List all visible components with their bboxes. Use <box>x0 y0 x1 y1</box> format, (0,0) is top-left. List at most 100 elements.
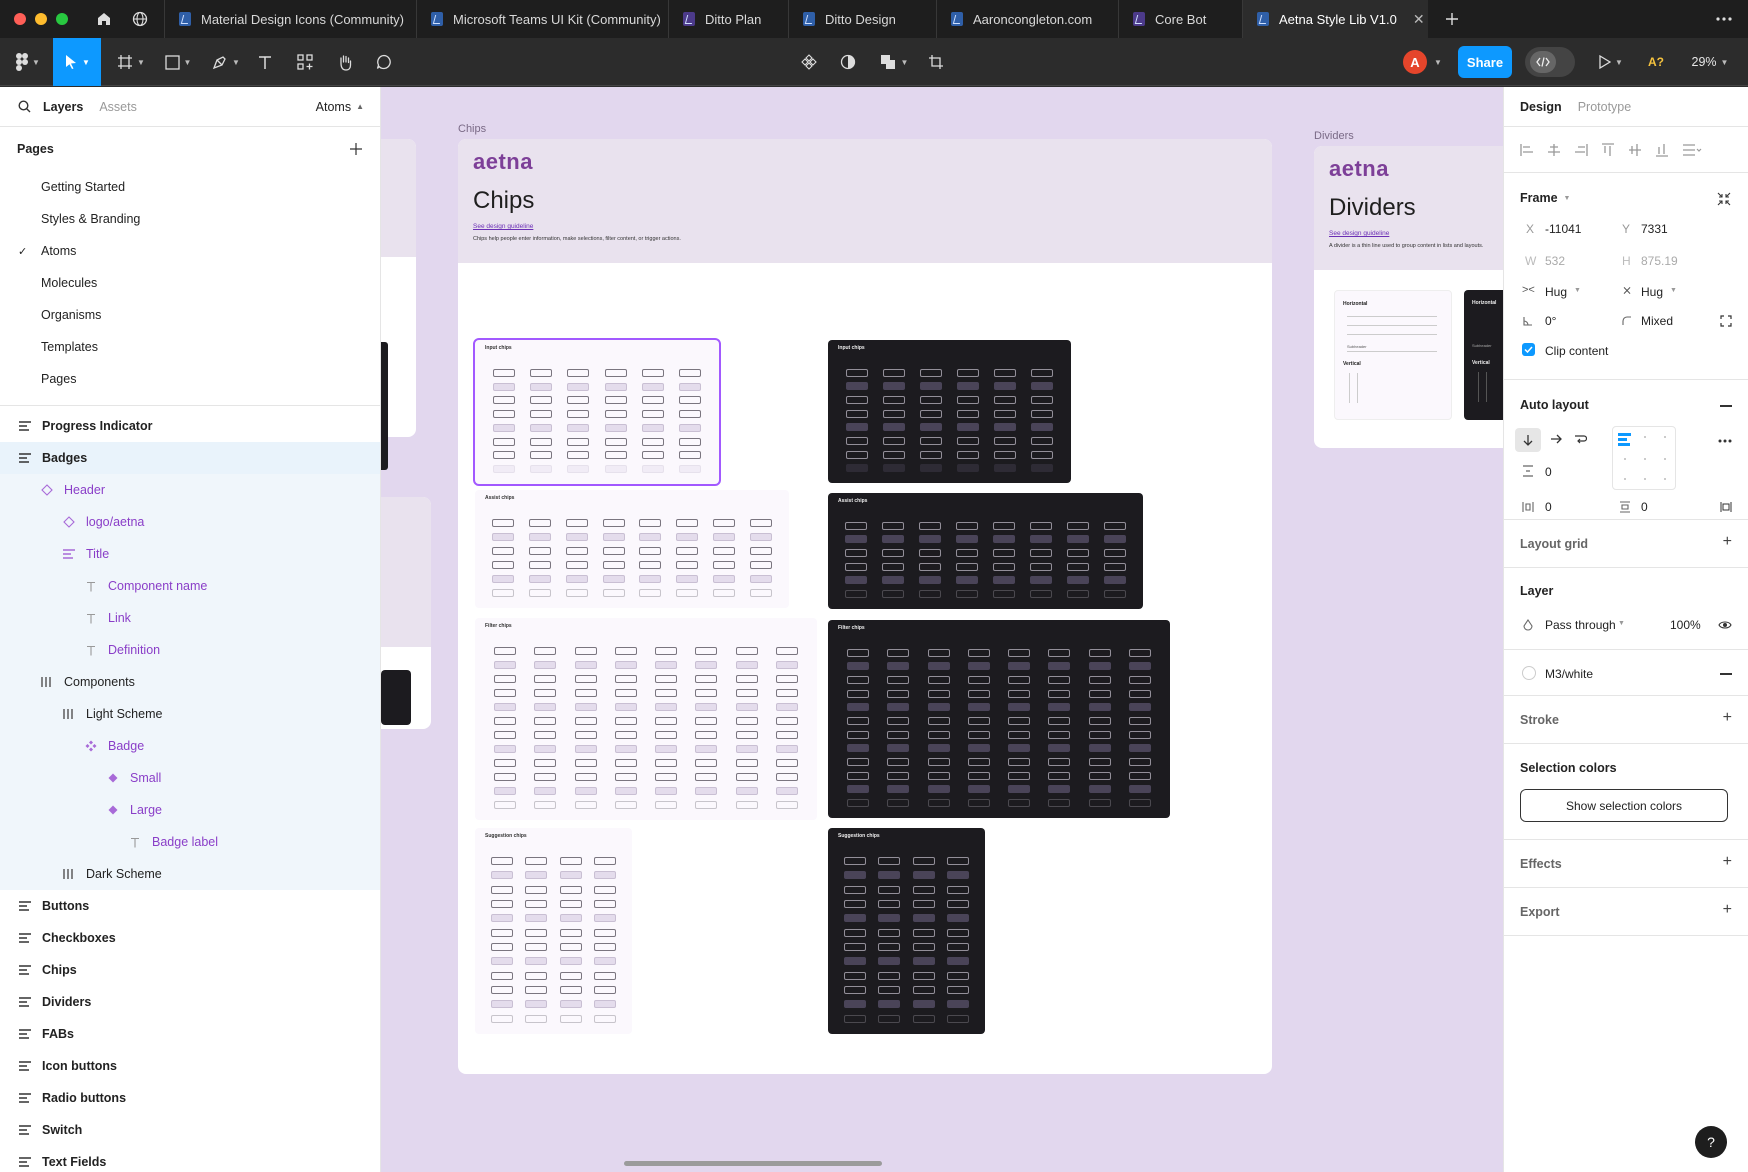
chip-sample[interactable] <box>992 549 1015 558</box>
chip-sample[interactable] <box>844 900 867 909</box>
alignment-grid[interactable] <box>1612 426 1676 490</box>
chip-sample[interactable] <box>946 986 969 995</box>
chip-sample[interactable] <box>845 590 868 599</box>
chip-sample[interactable] <box>994 450 1017 459</box>
chip-sample[interactable] <box>992 535 1015 544</box>
chip-sample[interactable] <box>593 943 616 952</box>
chip-sample[interactable] <box>1088 689 1111 698</box>
chip-sample[interactable] <box>491 1014 514 1023</box>
chip-sample[interactable] <box>676 547 699 555</box>
layers-tab[interactable]: Layers <box>43 100 83 114</box>
chip-sample[interactable] <box>679 396 702 405</box>
chip-sample[interactable] <box>1103 576 1126 585</box>
layer-row[interactable]: Large <box>0 794 380 826</box>
chip-sample[interactable] <box>494 647 517 655</box>
chip-sample[interactable] <box>655 703 678 711</box>
chip-sample[interactable] <box>1031 409 1054 418</box>
chip-sample[interactable] <box>919 464 942 473</box>
chip-sample[interactable] <box>927 717 950 726</box>
chip-spec-dark[interactable]: Suggestion chips <box>828 828 985 1034</box>
chip-sample[interactable] <box>1088 648 1111 657</box>
chip-sample[interactable] <box>882 562 905 571</box>
individual-padding-icon[interactable] <box>1720 501 1732 513</box>
layer-row[interactable]: Definition <box>0 634 380 666</box>
chip-sample[interactable] <box>593 857 616 866</box>
chip-sample[interactable] <box>1048 689 1071 698</box>
chip-sample[interactable] <box>919 382 942 391</box>
chip-sample[interactable] <box>567 423 590 432</box>
chip-sample[interactable] <box>602 519 625 527</box>
chip-sample[interactable] <box>534 717 557 725</box>
chip-sample[interactable] <box>749 561 772 569</box>
layer-row[interactable]: Components <box>0 666 380 698</box>
chip-sample[interactable] <box>1103 521 1126 530</box>
chip-sample[interactable] <box>494 717 517 725</box>
chip-sample[interactable] <box>559 900 582 909</box>
chip-sample[interactable] <box>1088 758 1111 767</box>
chip-sample[interactable] <box>992 576 1015 585</box>
chip-sample[interactable] <box>775 661 798 669</box>
chip-sample[interactable] <box>559 971 582 980</box>
chip-sample[interactable] <box>992 521 1015 530</box>
maximize-window-button[interactable] <box>56 13 68 25</box>
chip-sample[interactable] <box>775 689 798 697</box>
chip-sample[interactable] <box>1088 730 1111 739</box>
chip-sample[interactable] <box>1128 662 1151 671</box>
file-tab[interactable]: Aaroncongleton.com <box>936 0 1118 38</box>
design-guideline-link[interactable]: See design guideline <box>473 223 533 230</box>
chip-sample[interactable] <box>1066 590 1089 599</box>
chip-sample[interactable] <box>878 957 901 966</box>
chip-sample[interactable] <box>775 801 798 809</box>
chip-sample[interactable] <box>529 465 552 474</box>
chip-sample[interactable] <box>614 731 637 739</box>
chip-sample[interactable] <box>1088 703 1111 712</box>
chip-sample[interactable] <box>844 957 867 966</box>
chip-sample[interactable] <box>994 409 1017 418</box>
chip-sample[interactable] <box>845 450 868 459</box>
chip-sample[interactable] <box>844 914 867 923</box>
page-item[interactable]: Templates <box>0 331 380 363</box>
chip-sample[interactable] <box>1029 535 1052 544</box>
chip-sample[interactable] <box>992 590 1015 599</box>
chip-sample[interactable] <box>676 533 699 541</box>
present-button[interactable]: ▼ <box>1596 38 1626 86</box>
chip-sample[interactable] <box>1048 758 1071 767</box>
layer-row[interactable]: Dividers <box>0 986 380 1018</box>
page-item[interactable]: Styles & Branding <box>0 203 380 235</box>
chip-sample[interactable] <box>775 787 798 795</box>
chip-sample[interactable] <box>845 396 868 405</box>
chip-sample[interactable] <box>919 562 942 571</box>
chip-sample[interactable] <box>946 971 969 980</box>
layer-row[interactable]: Switch <box>0 1114 380 1146</box>
chip-sample[interactable] <box>525 971 548 980</box>
chip-sample[interactable] <box>1103 562 1126 571</box>
add-effect-icon[interactable]: + <box>1723 853 1732 871</box>
chip-sample[interactable] <box>492 451 515 460</box>
align-left-icon[interactable] <box>1520 143 1534 157</box>
chip-spec-dark[interactable]: Input chips <box>828 340 1071 483</box>
chip-sample[interactable] <box>946 871 969 880</box>
chip-sample[interactable] <box>735 745 758 753</box>
chip-sample[interactable] <box>1128 771 1151 780</box>
chip-sample[interactable] <box>912 986 935 995</box>
chip-sample[interactable] <box>492 519 515 527</box>
chip-sample[interactable] <box>735 773 758 781</box>
chip-sample[interactable] <box>957 409 980 418</box>
chip-sample[interactable] <box>1048 730 1071 739</box>
chip-sample[interactable] <box>994 368 1017 377</box>
chip-sample[interactable] <box>655 801 678 809</box>
chip-sample[interactable] <box>967 785 990 794</box>
chip-sample[interactable] <box>492 396 515 405</box>
chip-sample[interactable] <box>614 661 637 669</box>
chip-sample[interactable] <box>1128 730 1151 739</box>
chip-sample[interactable] <box>639 547 662 555</box>
close-tab-icon[interactable]: ✕ <box>1413 11 1425 28</box>
chip-sample[interactable] <box>844 1000 867 1009</box>
chip-sample[interactable] <box>529 561 552 569</box>
chips-frame[interactable]: aetna Chips See design guideline Chips h… <box>458 139 1272 1074</box>
chip-sample[interactable] <box>712 561 735 569</box>
chip-sample[interactable] <box>574 787 597 795</box>
layer-row[interactable]: Small <box>0 762 380 794</box>
layer-row[interactable]: Link <box>0 602 380 634</box>
file-tab[interactable]: Aetna Style Lib V1.0 ✕ <box>1242 0 1428 38</box>
